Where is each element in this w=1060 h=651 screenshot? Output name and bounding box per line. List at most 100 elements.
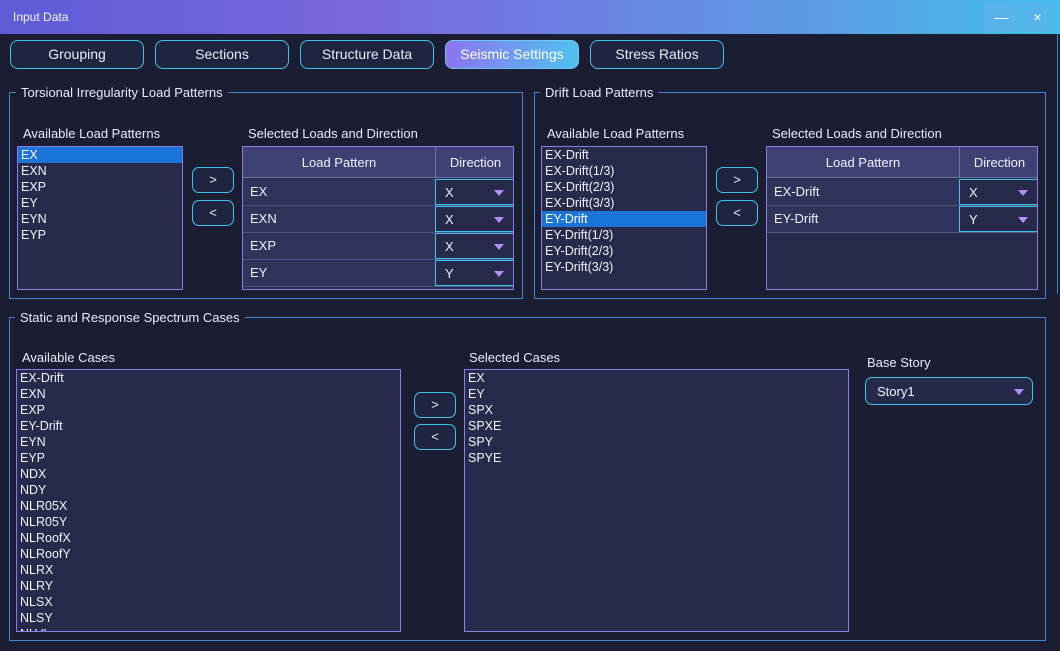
direction-select[interactable]: X xyxy=(435,233,513,259)
grid-header: Load Pattern Direction xyxy=(767,147,1037,178)
direction-select[interactable]: Y xyxy=(435,260,513,286)
cases-add-button[interactable]: > xyxy=(414,392,456,418)
col-load-pattern: Load Pattern xyxy=(825,155,901,170)
drift-selected-grid[interactable]: Load Pattern Direction EX-Drift X EY-Drift… xyxy=(766,146,1038,290)
cases.available-list-item[interactable]: NLSY xyxy=(17,610,400,626)
direction-select[interactable]: X xyxy=(959,179,1037,205)
chevron-down-icon xyxy=(494,190,504,196)
torsional-remove-button[interactable]: < xyxy=(192,200,234,226)
chevron-down-icon xyxy=(1014,389,1024,395)
torsional-group-title: Torsional Irregularity Load Patterns xyxy=(16,85,228,100)
grid-row[interactable]: EY Y xyxy=(243,260,513,287)
torsional.available-list-item[interactable]: EYP xyxy=(18,227,182,243)
cases.available-list-item[interactable]: EY-Drift xyxy=(17,418,400,434)
drift.available-list-item[interactable]: EX-Drift(3/3) xyxy=(542,195,706,211)
available-cases-list[interactable]: EX-Drift EXN EXP EY-Drift EYN EYP NDX NDY NLR05X… xyxy=(16,369,401,632)
cases.available-list-item[interactable]: EYP xyxy=(17,450,400,466)
chevron-down-icon xyxy=(1018,217,1028,223)
drift-available-label: Available Load Patterns xyxy=(547,126,685,141)
load-pattern-cell[interactable]: EX xyxy=(243,179,435,205)
close-button[interactable]: × xyxy=(1021,2,1054,32)
load-pattern-cell[interactable]: EXP xyxy=(243,233,435,259)
cases.available-list-item[interactable]: NLRoofY xyxy=(17,546,400,562)
cases.selected-list-item[interactable]: SPYE xyxy=(465,450,848,466)
cases.available-list-item[interactable]: NLRoofX xyxy=(17,530,400,546)
cases.available-list-item[interactable]: EX-Drift xyxy=(17,370,400,386)
tab-grouping[interactable]: Grouping xyxy=(10,40,144,69)
load-pattern-cell[interactable]: EXN xyxy=(243,206,435,232)
drift.available-list-item[interactable]: EX-Drift(2/3) xyxy=(542,179,706,195)
direction-value: Y xyxy=(969,212,978,227)
cases.available-list-item[interactable]: EXN xyxy=(17,386,400,402)
cases.available-list-item[interactable]: NLR05Y xyxy=(17,514,400,530)
cases.selected-list-item[interactable]: SPXE xyxy=(465,418,848,434)
drift.available-list-item[interactable]: EX-Drift(1/3) xyxy=(542,163,706,179)
torsional.available-list-item[interactable]: EX xyxy=(18,147,182,163)
drift-available-list[interactable]: EX-Drift EX-Drift(1/3) EX-Drift(2/3) EX-Dri… xyxy=(541,146,707,290)
cases-remove-button[interactable]: < xyxy=(414,424,456,450)
cases.selected-list-item[interactable]: SPX xyxy=(465,402,848,418)
grid-row[interactable]: EY-Drift Y xyxy=(767,206,1037,233)
grid-header: Load Pattern Direction xyxy=(243,147,513,178)
torsional-selected-grid[interactable]: Load Pattern Direction EX X EXN X EXP X EY Y xyxy=(242,146,514,290)
tab-seismic-settings[interactable]: Seismic Settings xyxy=(445,40,579,69)
tab-structure-data[interactable]: Structure Data xyxy=(300,40,434,69)
direction-value: X xyxy=(445,239,454,254)
cases.available-list-item[interactable]: NLVL xyxy=(17,626,400,631)
load-pattern-cell[interactable]: EY xyxy=(243,260,435,286)
available-cases-label: Available Cases xyxy=(22,350,115,365)
grid-row[interactable]: EXN X xyxy=(243,206,513,233)
cases.available-list-item[interactable]: NDY xyxy=(17,482,400,498)
torsional.available-list-item[interactable]: EXN xyxy=(18,163,182,179)
torsional-add-button[interactable]: > xyxy=(192,167,234,193)
direction-value: X xyxy=(969,185,978,200)
col-direction: Direction xyxy=(449,155,502,170)
load-pattern-cell[interactable]: EX-Drift xyxy=(767,179,959,205)
cases.selected-list-item[interactable]: EX xyxy=(465,370,848,386)
torsional.available-list-item[interactable]: EXP xyxy=(18,179,182,195)
chevron-down-icon xyxy=(494,217,504,223)
grid-row[interactable]: EX X xyxy=(243,179,513,206)
col-load-pattern: Load Pattern xyxy=(301,155,377,170)
drift.available-list-item[interactable]: EY-Drift(3/3) xyxy=(542,259,706,275)
chevron-down-icon xyxy=(494,244,504,250)
cases.available-list-item[interactable]: EXP xyxy=(17,402,400,418)
chevron-down-icon xyxy=(494,271,504,277)
cases-group-title: Static and Response Spectrum Cases xyxy=(15,310,245,325)
load-pattern-cell[interactable]: EY-Drift xyxy=(767,206,959,232)
torsional-available-label: Available Load Patterns xyxy=(23,126,161,141)
window-edge xyxy=(1057,34,1058,294)
torsional.available-list-item[interactable]: EY xyxy=(18,195,182,211)
cases.available-list-item[interactable]: NLRX xyxy=(17,562,400,578)
drift-selected-label: Selected Loads and Direction xyxy=(772,126,942,141)
minimize-button[interactable]: — xyxy=(985,2,1018,32)
base-story-select[interactable]: Story1 xyxy=(865,377,1033,405)
cases.selected-list-item[interactable]: EY xyxy=(465,386,848,402)
tab-stress-ratios[interactable]: Stress Ratios xyxy=(590,40,724,69)
drift-group-title: Drift Load Patterns xyxy=(540,85,659,100)
direction-select[interactable]: X xyxy=(435,206,513,232)
cases.selected-list-item[interactable]: SPY xyxy=(465,434,848,450)
drift.available-list-item[interactable]: EX-Drift xyxy=(542,147,706,163)
grid-row[interactable]: EXP X xyxy=(243,233,513,260)
drift.available-list-item[interactable]: EY-Drift(2/3) xyxy=(542,243,706,259)
cases.available-list-item[interactable]: NLR05X xyxy=(17,498,400,514)
torsional-available-list[interactable]: EX EXN EXP EY EYN EYP xyxy=(17,146,183,290)
cases.available-list-item[interactable]: EYN xyxy=(17,434,400,450)
direction-select[interactable]: Y xyxy=(959,206,1037,232)
tab-sections[interactable]: Sections xyxy=(155,40,289,69)
cases.available-list-item[interactable]: NDX xyxy=(17,466,400,482)
cases.available-list-item[interactable]: NLRY xyxy=(17,578,400,594)
drift.available-list-item[interactable]: EY-Drift xyxy=(542,211,706,227)
drift-remove-button[interactable]: < xyxy=(716,200,758,226)
cases.available-list-item[interactable]: NLSX xyxy=(17,594,400,610)
title-bar: Input Data — × xyxy=(0,0,1060,34)
direction-value: X xyxy=(445,212,454,227)
chevron-down-icon xyxy=(1018,190,1028,196)
grid-row[interactable]: EX-Drift X xyxy=(767,179,1037,206)
torsional.available-list-item[interactable]: EYN xyxy=(18,211,182,227)
drift.available-list-item[interactable]: EY-Drift(1/3) xyxy=(542,227,706,243)
direction-select[interactable]: X xyxy=(435,179,513,205)
selected-cases-list[interactable]: EX EY SPX SPXE SPY SPYE xyxy=(464,369,849,632)
drift-add-button[interactable]: > xyxy=(716,167,758,193)
